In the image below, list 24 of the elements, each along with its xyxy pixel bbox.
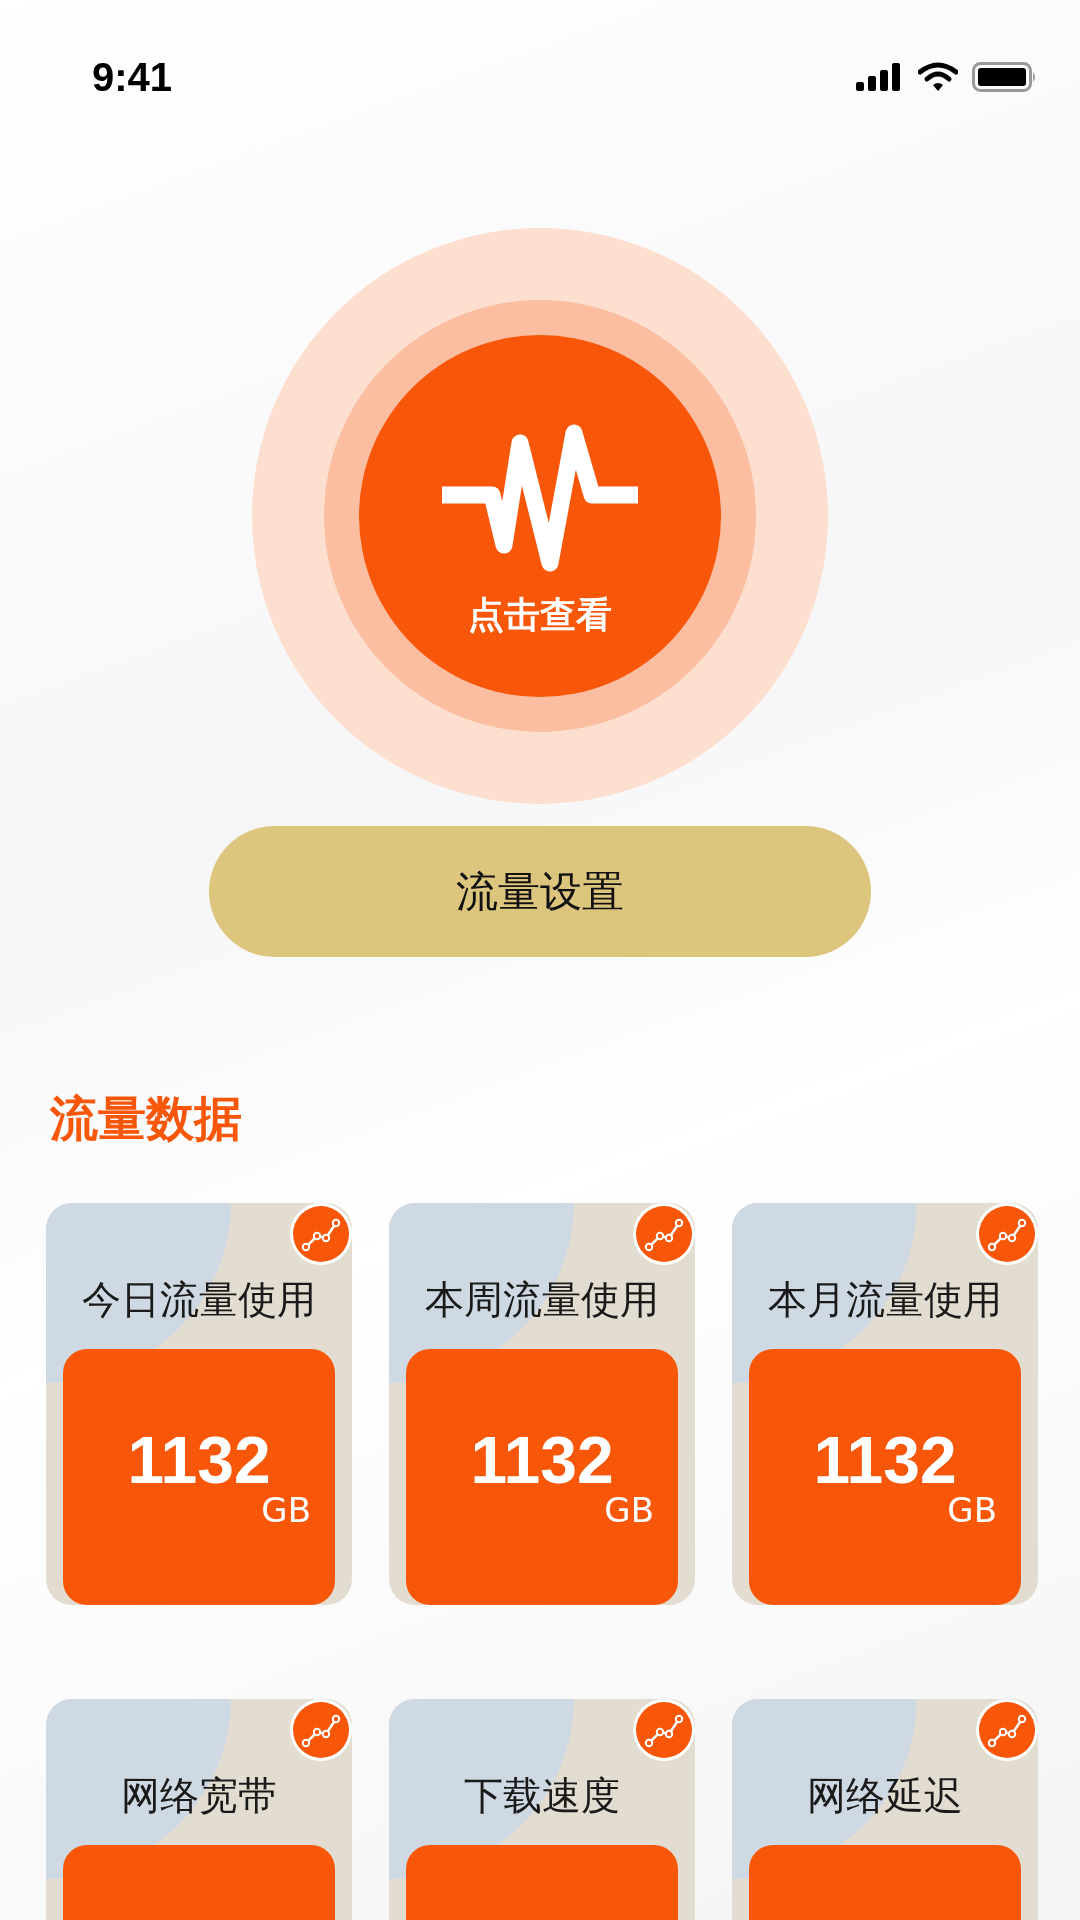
stat-card[interactable]: 本周流量使用 1132 GB	[389, 1203, 695, 1606]
waveform-icon	[442, 422, 638, 573]
card-unit: GB	[261, 1493, 311, 1528]
card-title: 网络延迟	[807, 1772, 963, 1821]
stat-card[interactable]: 今日流量使用 1132 GB	[46, 1203, 352, 1606]
card-title: 网络宽带	[121, 1772, 277, 1821]
card-title: 本月流量使用	[768, 1276, 1002, 1325]
card-unit: GB	[604, 1493, 654, 1528]
card-title: 本周流量使用	[425, 1276, 659, 1325]
traffic-settings-button[interactable]: 流量设置	[209, 826, 871, 957]
card-value: 1132	[813, 1427, 957, 1494]
card-value: 1132	[127, 1427, 271, 1494]
status-time: 9:41	[92, 54, 173, 100]
section-title: 流量数据	[50, 1089, 243, 1148]
card-title: 下载速度	[464, 1772, 620, 1821]
stat-card[interactable]: 下载速度	[389, 1699, 695, 1920]
stat-card[interactable]: 网络宽带	[46, 1699, 352, 1920]
stat-card[interactable]: 网络延迟	[732, 1699, 1038, 1920]
battery-icon	[972, 62, 1038, 92]
card-value: 1132	[470, 1427, 614, 1494]
card-unit: GB	[947, 1493, 997, 1528]
card-title: 今日流量使用	[82, 1276, 316, 1325]
stat-card[interactable]: 本月流量使用 1132 GB	[732, 1203, 1038, 1606]
wifi-icon	[918, 62, 958, 92]
